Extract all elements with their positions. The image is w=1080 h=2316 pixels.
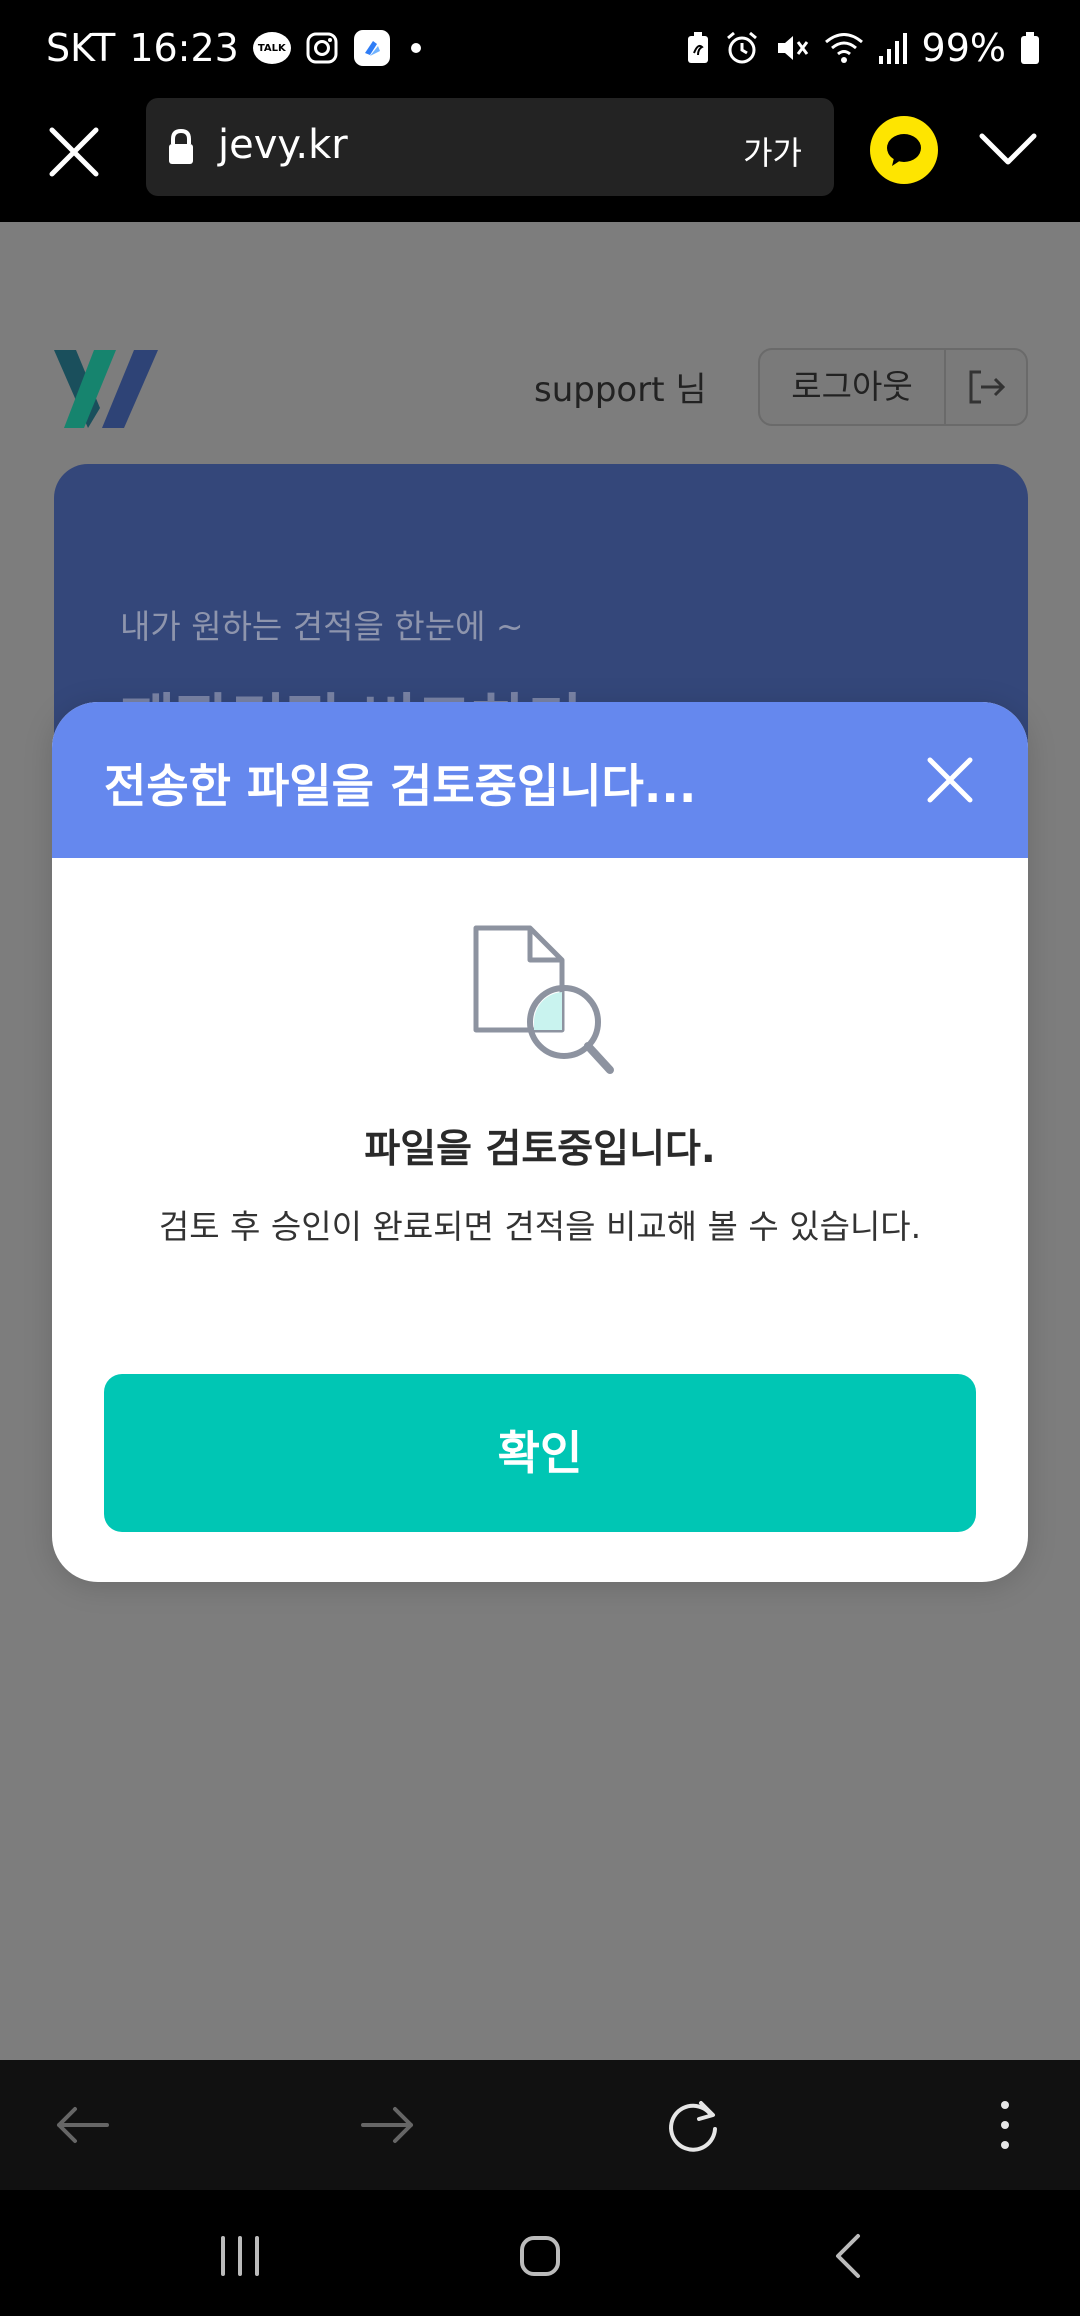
url-bar[interactable]: jevy.kr 가가 — [146, 98, 834, 196]
jevy-logo[interactable] — [54, 348, 158, 428]
file-search-icon — [470, 922, 620, 1082]
recent-apps-icon[interactable] — [210, 2226, 270, 2286]
time-label: 16:23 — [129, 26, 239, 70]
home-icon[interactable] — [510, 2226, 570, 2286]
close-icon[interactable] — [924, 754, 976, 806]
user-label: support 님 — [534, 370, 707, 410]
browser-bottom-bar — [0, 2060, 1080, 2190]
modal-heading: 파일을 검토중입니다. — [364, 1127, 716, 1172]
system-back-icon[interactable] — [818, 2226, 878, 2286]
close-icon[interactable] — [40, 118, 108, 186]
text-size-button[interactable]: 가가 — [743, 128, 802, 174]
app-notification-icon — [353, 29, 391, 67]
status-bar: SKT 16:23 TALK 99% — [0, 0, 1080, 96]
url-text: jevy.kr — [218, 122, 348, 168]
alarm-icon — [724, 30, 760, 66]
instagram-icon — [305, 31, 339, 65]
review-modal: 전송한 파일을 검토중입니다... 파일을 검토중입니다. 검토 후 승인이 완… — [52, 702, 1028, 1582]
kakao-icon[interactable] — [870, 116, 938, 184]
browser-toolbar: jevy.kr 가가 — [0, 96, 1080, 222]
hero-subtitle: 내가 원하는 견적을 한눈에 ~ — [120, 607, 524, 646]
battery-percent: 99% — [921, 26, 1006, 70]
logout-button[interactable]: 로그아웃 — [758, 348, 1028, 426]
more-icon[interactable] — [974, 2094, 1036, 2156]
status-right: 99% — [686, 22, 1040, 74]
mute-icon — [774, 30, 810, 66]
modal-description: 검토 후 승인이 완료되면 견적을 비교해 볼 수 있습니다. — [158, 1207, 922, 1246]
signal-icon — [878, 32, 908, 64]
refresh-icon[interactable] — [662, 2094, 724, 2156]
system-nav-bar — [0, 2190, 1080, 2316]
forward-arrow-icon[interactable] — [356, 2094, 418, 2156]
battery-saver-icon — [686, 31, 710, 65]
chevron-down-icon[interactable] — [976, 118, 1040, 182]
status-left: SKT 16:23 TALK — [46, 22, 421, 74]
lock-icon — [166, 128, 196, 170]
notification-dot — [410, 43, 421, 53]
battery-icon — [1020, 31, 1040, 65]
carrier-label: SKT — [46, 26, 116, 70]
confirm-button[interactable]: 확인 — [104, 1374, 976, 1532]
modal-title: 전송한 파일을 검토중입니다... — [104, 759, 697, 813]
talk-icon: TALK — [252, 32, 291, 64]
logout-label: 로그아웃 — [760, 350, 946, 424]
logout-icon — [946, 350, 1026, 424]
modal-header: 전송한 파일을 검토중입니다... — [52, 702, 1028, 858]
wifi-icon — [824, 31, 864, 65]
back-arrow-icon[interactable] — [52, 2094, 114, 2156]
